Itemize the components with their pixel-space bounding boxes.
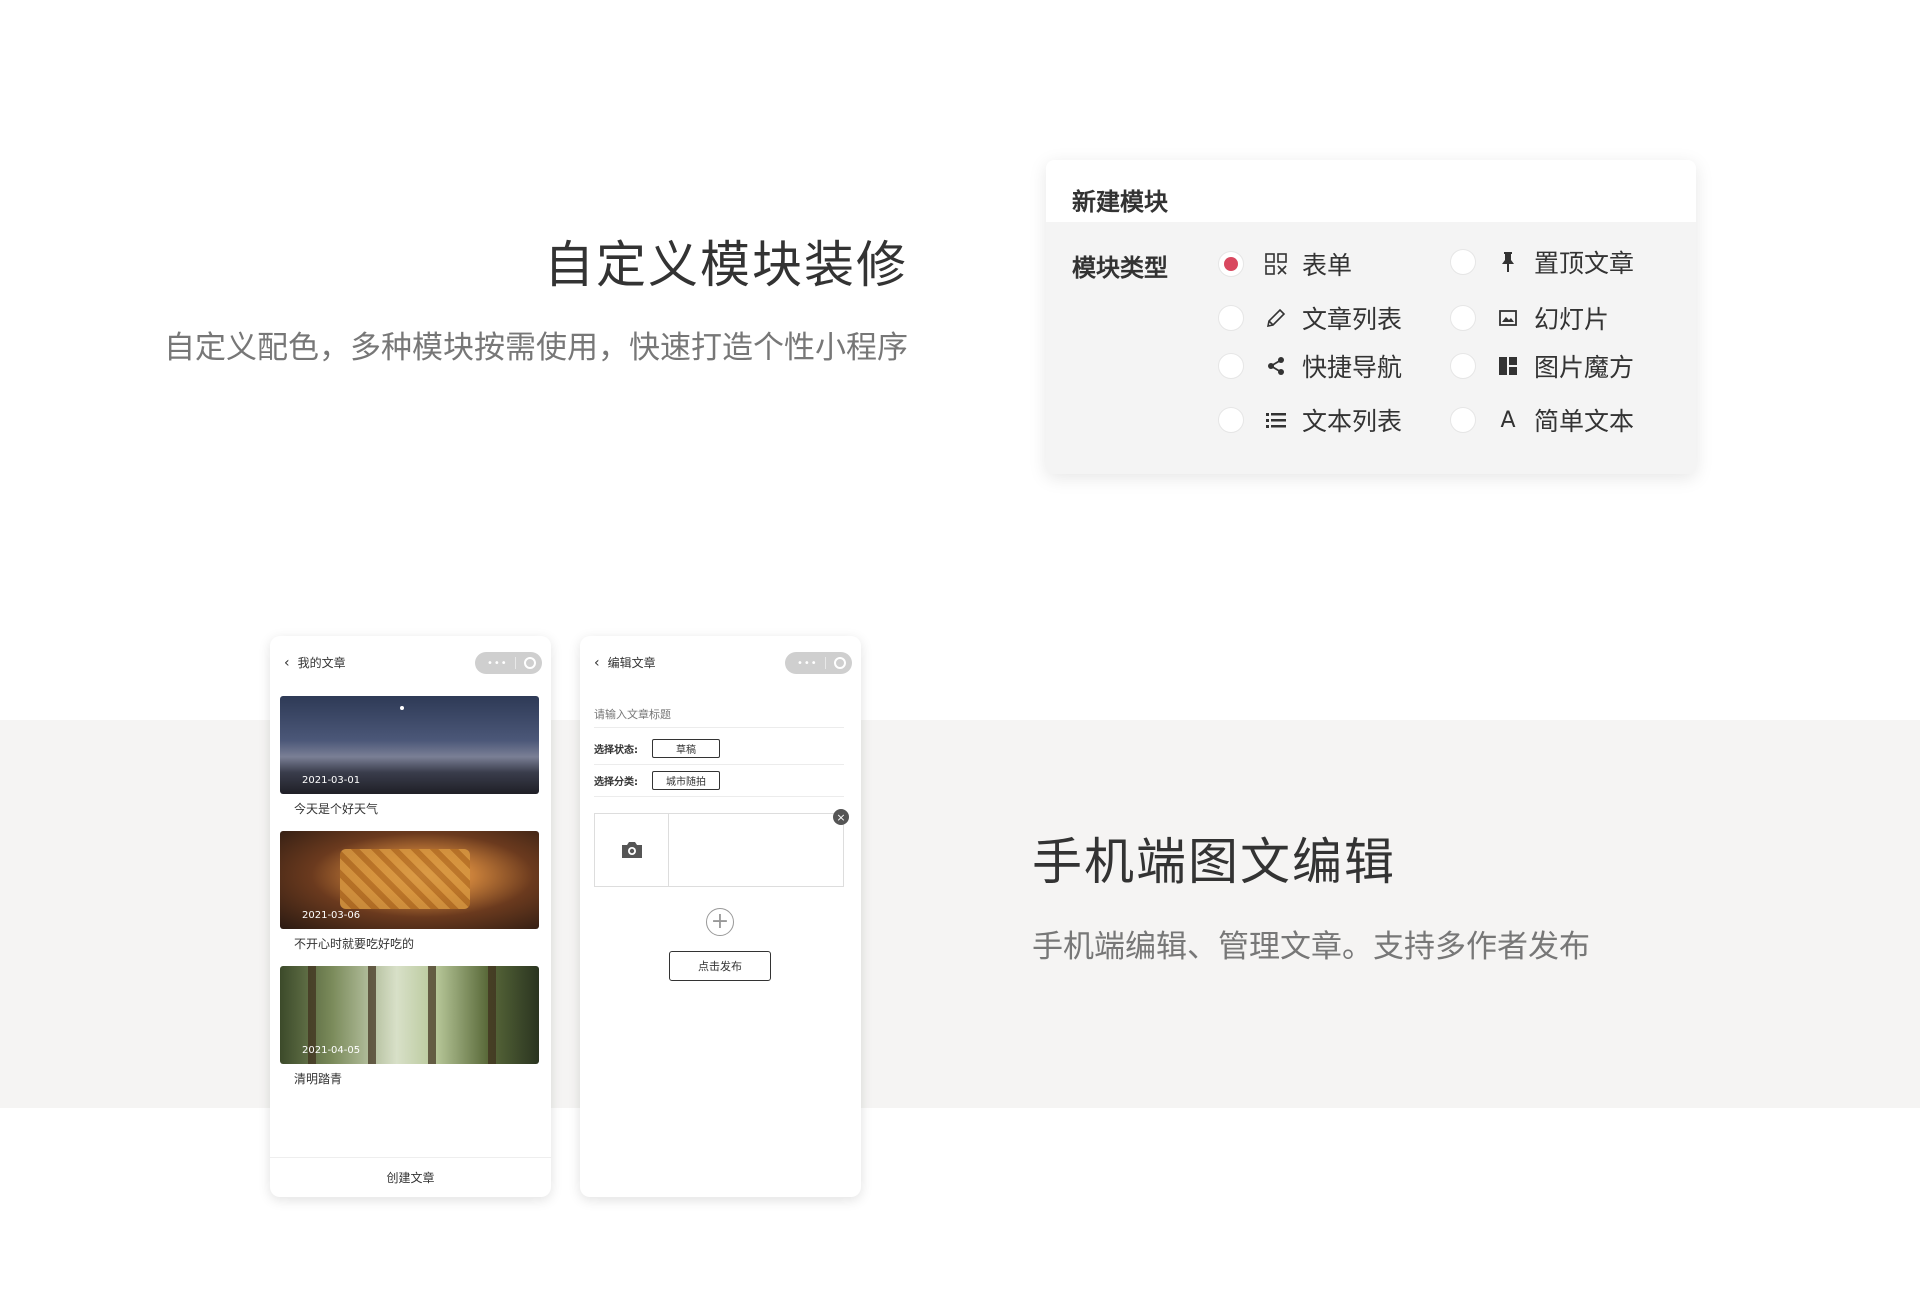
article-date: 2021-03-01: [302, 775, 361, 786]
magic-cube-icon: [1496, 356, 1520, 376]
option-form[interactable]: 表单: [1218, 246, 1352, 282]
article-title[interactable]: 今天是个好天气: [294, 800, 378, 817]
section1-subtitle: 自定义配色，多种模块按需使用，快速打造个性小程序: [164, 330, 908, 366]
new-module-card: 新建模块 模块类型 表单 置顶文章 文章列表 幻灯片 快捷导航 图片魔方 文本列…: [1046, 160, 1696, 474]
option-label: 快捷导航: [1302, 353, 1403, 382]
radio[interactable]: [1450, 305, 1476, 331]
radio[interactable]: [1450, 353, 1476, 379]
radio[interactable]: [1218, 353, 1244, 379]
radio[interactable]: [1450, 407, 1476, 433]
option-text-list[interactable]: 文本列表: [1218, 402, 1402, 438]
category-select[interactable]: 城市随拍: [652, 771, 720, 790]
mini-program-capsule[interactable]: •••: [475, 652, 542, 674]
article-image[interactable]: 2021-03-01: [280, 696, 539, 794]
option-label: 幻灯片: [1534, 305, 1610, 334]
radio-selected[interactable]: [1218, 251, 1244, 277]
list-icon: [1264, 412, 1288, 428]
radio[interactable]: [1218, 305, 1244, 331]
option-magic-cube[interactable]: 图片魔方: [1450, 348, 1634, 384]
article-title[interactable]: 不开心时就要吃好吃的: [294, 935, 414, 952]
phone-nav: ‹ 编辑文章: [594, 654, 656, 671]
option-label: 图片魔方: [1534, 353, 1635, 382]
status-select[interactable]: 草稿: [652, 739, 720, 758]
section2-title: 手机端图文编辑: [1032, 833, 1396, 891]
close-icon[interactable]: ×: [833, 809, 849, 825]
option-label: 表单: [1302, 251, 1353, 280]
divider: [594, 796, 844, 797]
radio[interactable]: [1218, 407, 1244, 433]
back-arrow-icon[interactable]: ‹: [594, 655, 600, 671]
article-image[interactable]: 2021-03-06: [280, 831, 539, 929]
pencil-icon: [1264, 308, 1288, 328]
moon-decoration: [400, 706, 404, 710]
option-label: 置顶文章: [1534, 249, 1635, 278]
option-simple-text[interactable]: A 简单文本: [1450, 402, 1634, 438]
option-label: 文章列表: [1302, 305, 1403, 334]
category-row: 选择分类: 城市随拍: [594, 771, 720, 790]
capsule-divider: [825, 657, 827, 669]
add-block-icon[interactable]: +: [706, 908, 734, 936]
article-title[interactable]: 清明踏青: [294, 1070, 342, 1087]
article-date: 2021-04-05: [302, 1045, 361, 1056]
food-decoration: [340, 849, 470, 909]
radio[interactable]: [1450, 249, 1476, 275]
image-upload-area[interactable]: [594, 813, 844, 887]
article-image[interactable]: 2021-04-05: [280, 966, 539, 1064]
mini-program-capsule[interactable]: •••: [785, 652, 852, 674]
option-label: 简单文本: [1534, 407, 1635, 436]
status-label: 选择状态:: [594, 745, 638, 756]
divider: [594, 764, 844, 765]
publish-button[interactable]: 点击发布: [669, 951, 771, 981]
status-row: 选择状态: 草稿: [594, 739, 720, 758]
article-date: 2021-03-06: [302, 910, 361, 921]
option-pinned-article[interactable]: 置顶文章: [1450, 244, 1634, 280]
more-dots-icon[interactable]: •••: [487, 658, 508, 669]
text-a-icon: A: [1500, 407, 1516, 433]
phone-nav: ‹ 我的文章: [284, 654, 346, 671]
divider: [594, 727, 844, 728]
phone-nav-title: 编辑文章: [607, 656, 656, 670]
category-label: 选择分类:: [594, 777, 638, 788]
image-icon: [1496, 310, 1520, 326]
title-input[interactable]: 请输入文章标题: [594, 706, 671, 722]
module-type-label: 模块类型: [1072, 254, 1168, 282]
section1-title: 自定义模块装修: [544, 236, 908, 294]
option-slideshow[interactable]: 幻灯片: [1450, 300, 1609, 336]
close-ring-icon[interactable]: [833, 657, 846, 669]
phone-article-list: ‹ 我的文章 ••• 2021-03-01 今天是个好天气 2021-03-06…: [270, 636, 551, 1197]
camera-icon[interactable]: [595, 814, 669, 886]
more-dots-icon[interactable]: •••: [797, 658, 818, 669]
section2-subtitle: 手机端编辑、管理文章。支持多作者发布: [1032, 929, 1590, 965]
card-header: 新建模块: [1046, 160, 1696, 222]
pin-icon: [1496, 251, 1520, 273]
option-quick-nav[interactable]: 快捷导航: [1218, 348, 1402, 384]
phone-nav-title: 我的文章: [297, 656, 346, 670]
option-article-list[interactable]: 文章列表: [1218, 300, 1402, 336]
close-ring-icon[interactable]: [523, 657, 536, 669]
back-arrow-icon[interactable]: ‹: [284, 655, 290, 671]
share-icon: [1264, 356, 1288, 376]
option-label: 文本列表: [1302, 407, 1403, 436]
grid-form-icon: [1264, 253, 1288, 275]
capsule-divider: [515, 657, 517, 669]
create-article-button[interactable]: 创建文章: [270, 1157, 551, 1197]
phone-edit-article: ‹ 编辑文章 ••• 请输入文章标题 选择状态: 草稿 选择分类: 城市随拍 ×…: [580, 636, 861, 1197]
